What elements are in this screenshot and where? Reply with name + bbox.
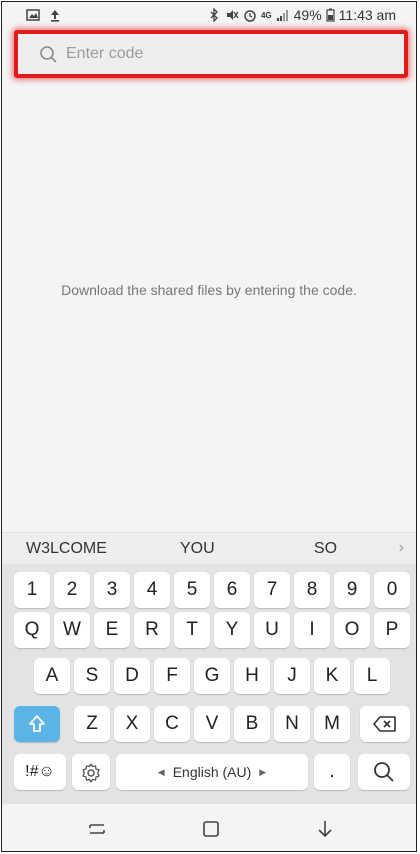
bluetooth-icon <box>210 8 218 22</box>
recent-apps-icon[interactable] <box>86 818 108 840</box>
key-6[interactable]: 6 <box>214 572 250 608</box>
settings-key[interactable] <box>72 754 110 790</box>
shift-arrow-icon <box>29 715 45 732</box>
key-7[interactable]: 7 <box>254 572 290 608</box>
key-u[interactable]: U <box>254 612 290 648</box>
backspace-icon <box>373 716 396 732</box>
suggestion-3[interactable]: SO <box>314 540 337 558</box>
suggestion-bar: W3LCOME YOU SO › <box>2 532 416 565</box>
battery-icon <box>326 8 335 22</box>
key-t[interactable]: T <box>174 612 210 648</box>
status-bar: 4G 49% 11:43 am <box>2 2 416 30</box>
key-i[interactable]: I <box>294 612 330 648</box>
key-q[interactable]: Q <box>14 612 50 648</box>
key-d[interactable]: D <box>114 658 150 694</box>
code-search-box[interactable] <box>24 40 398 68</box>
search-key[interactable] <box>358 754 410 790</box>
key-v[interactable]: V <box>194 706 230 742</box>
key-c[interactable]: C <box>154 706 190 742</box>
key-9[interactable]: 9 <box>334 572 370 608</box>
key-e[interactable]: E <box>94 612 130 648</box>
key-1[interactable]: 1 <box>14 572 50 608</box>
empty-state-message: Download the shared files by entering th… <box>61 282 357 298</box>
key-2[interactable]: 2 <box>54 572 90 608</box>
key-w[interactable]: W <box>54 612 90 648</box>
key-o[interactable]: O <box>334 612 370 648</box>
image-notification-icon <box>26 9 40 21</box>
key-0[interactable]: 0 <box>374 572 410 608</box>
language-right-arrow-icon: ▶ <box>259 766 267 777</box>
signal-icon <box>276 10 288 21</box>
back-icon[interactable] <box>314 818 336 840</box>
key-f[interactable]: F <box>154 658 190 694</box>
search-icon <box>374 762 394 782</box>
key-5[interactable]: 5 <box>174 572 210 608</box>
backspace-key[interactable] <box>360 706 410 742</box>
chevron-right-icon[interactable]: › <box>399 539 404 557</box>
home-icon[interactable] <box>200 818 222 840</box>
battery-percent: 49% <box>293 7 322 23</box>
key-3[interactable]: 3 <box>94 572 130 608</box>
space-language-label: English (AU) <box>172 764 252 780</box>
navigation-bar <box>2 804 416 851</box>
key-j[interactable]: J <box>274 658 310 694</box>
language-left-arrow-icon: ◀ <box>157 766 165 777</box>
space-key[interactable]: ◀ English (AU) ▶ <box>116 754 308 790</box>
phone-screen: 4G 49% 11:43 am Download <box>1 1 417 852</box>
search-icon <box>40 46 57 63</box>
key-p[interactable]: P <box>374 612 410 648</box>
clock: 11:43 am <box>338 7 396 23</box>
code-entry-highlight <box>14 30 408 78</box>
key-k[interactable]: K <box>314 658 350 694</box>
key-4[interactable]: 4 <box>134 572 170 608</box>
network-type: 4G <box>260 10 272 20</box>
period-key[interactable]: . <box>314 754 350 790</box>
code-input[interactable] <box>64 44 388 64</box>
key-8[interactable]: 8 <box>294 572 330 608</box>
key-z[interactable]: Z <box>74 706 110 742</box>
key-s[interactable]: S <box>74 658 110 694</box>
mute-icon <box>226 10 239 20</box>
symbols-key[interactable]: !#☺ <box>14 754 66 790</box>
key-g[interactable]: G <box>194 658 230 694</box>
key-b[interactable]: B <box>234 706 270 742</box>
gear-icon <box>82 763 100 783</box>
key-n[interactable]: N <box>274 706 310 742</box>
key-a[interactable]: A <box>34 658 70 694</box>
keyboard: 1 2 3 4 5 6 7 8 9 0 Q W E R T Y U I O P … <box>2 564 416 804</box>
suggestion-1[interactable]: W3LCOME <box>26 540 107 558</box>
key-h[interactable]: H <box>234 658 270 694</box>
key-m[interactable]: M <box>314 706 350 742</box>
suggestion-2[interactable]: YOU <box>180 540 215 558</box>
key-r[interactable]: R <box>134 612 170 648</box>
key-x[interactable]: X <box>114 706 150 742</box>
key-l[interactable]: L <box>354 658 390 694</box>
upload-icon <box>51 10 59 22</box>
alarm-icon <box>244 10 256 22</box>
shift-key[interactable] <box>14 706 60 742</box>
key-y[interactable]: Y <box>214 612 250 648</box>
